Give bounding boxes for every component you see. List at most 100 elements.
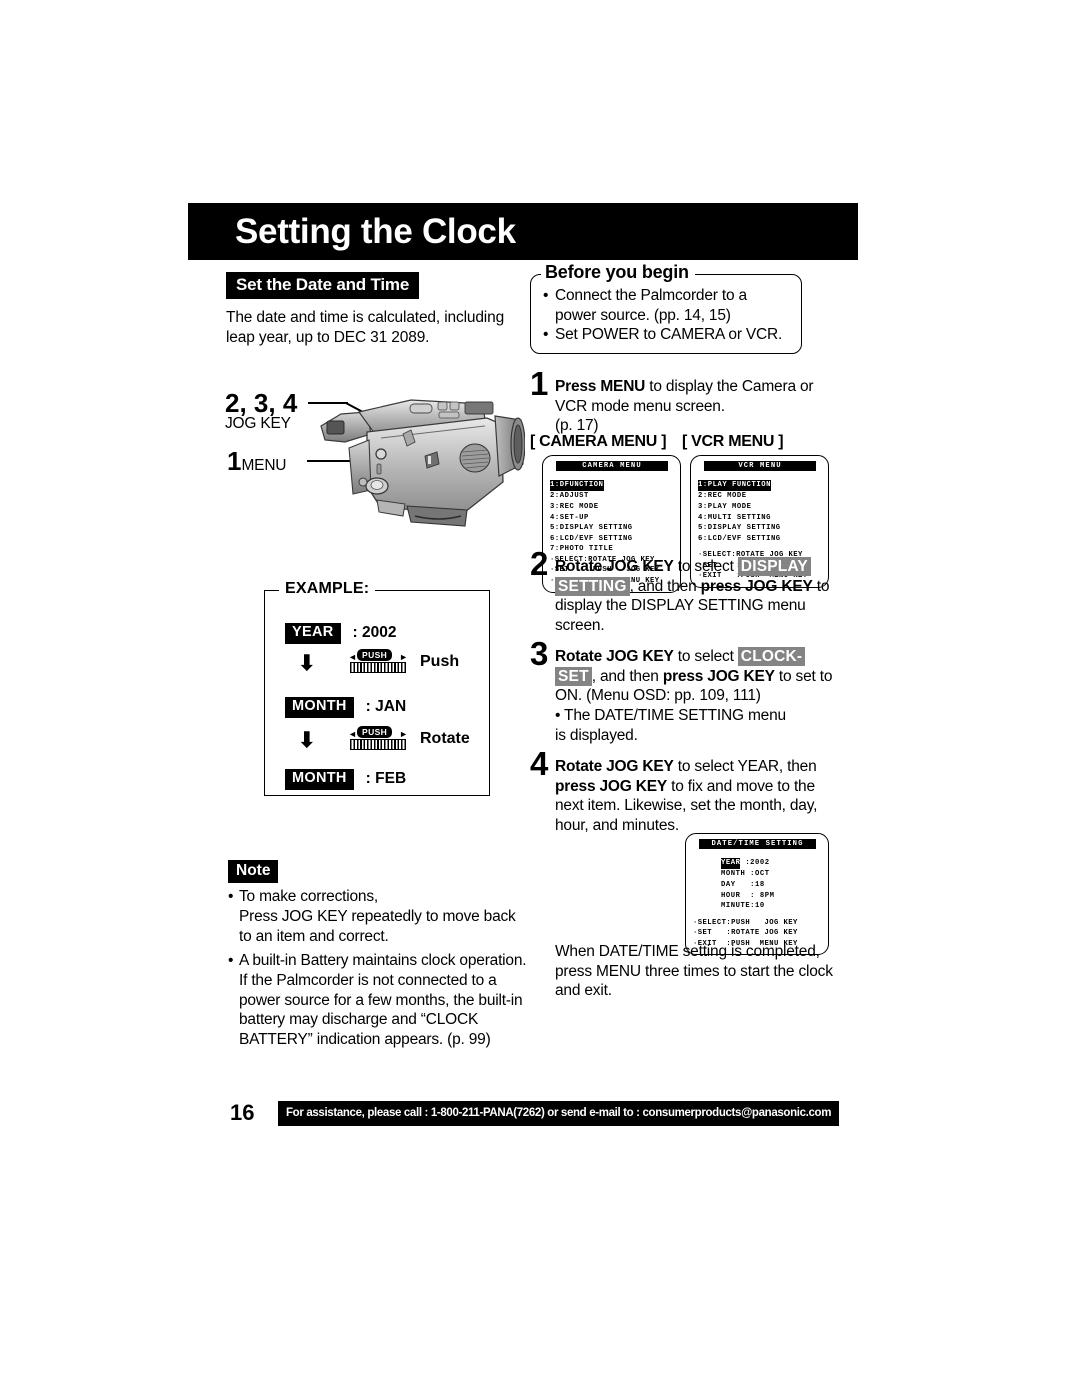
step-4: 4 Rotate JOG KEY to select YEAR, then pr… (530, 745, 845, 836)
example-label: EXAMPLE: (279, 580, 376, 598)
example-month-chip-1: MONTH (285, 697, 354, 718)
step-3: 3 Rotate JOG KEY to select CLOCK- SET, a… (530, 635, 845, 745)
osd-footer-line: ·SELECT:PUSH JOG KEY (693, 918, 798, 927)
example-month-value-2: : FEB (365, 770, 407, 788)
emphasis-text: press JOG KEY (700, 577, 813, 595)
note-item: • To make corrections, Press JOG KEY rep… (228, 887, 528, 947)
osd-item[interactable]: HOUR : 8PM (693, 891, 822, 902)
before-you-begin-box: Before you begin • Connect the Palmcorde… (530, 262, 802, 355)
osd-item[interactable]: 6:LCD/EVF SETTING (698, 534, 822, 545)
before-begin-item-text: Connect the Palmcorder to a power source… (555, 287, 747, 324)
right-column: Before you begin • Connect the Palmcorde… (530, 262, 850, 999)
osd-footer-line: ·SET :ROTATE JOG KEY (693, 929, 798, 938)
step-text: Rotate JOG KEY to select YEAR, then pres… (555, 748, 845, 836)
example-month-chip-2: MONTH (285, 769, 354, 790)
step-text: Rotate JOG KEY to select DISPLAY SETTING… (555, 548, 845, 636)
example-action-label-push: Push (420, 653, 460, 670)
before-begin-item: • Set POWER to CAMERA or VCR. (543, 325, 791, 345)
osd-item[interactable]: 2:ADJUST (550, 491, 674, 502)
plain-text: is displayed. (555, 726, 638, 744)
example-action-label-rotate: Rotate (420, 730, 470, 747)
page-title-banner: Setting the Clock (188, 203, 858, 260)
osd-title: CAMERA MENU (556, 461, 668, 472)
assistance-bar: For assistance, please call : 1-800-211-… (278, 1100, 840, 1126)
note-item: • A built-in Battery maintains clock ope… (228, 951, 528, 1051)
emphasis-text: Rotate JOG KEY (555, 558, 674, 575)
osd-selected-item[interactable]: 1:DFUNCTION (550, 480, 604, 491)
plain-text: , and then (591, 667, 663, 685)
emphasis-text: Press MENU (555, 378, 646, 395)
example-arrow-2: ⬇ (298, 730, 316, 751)
example-year-chip: YEAR (285, 623, 341, 644)
osd-item[interactable]: 4:MULTI SETTING (698, 513, 822, 524)
example-arrow-1: ⬇ (298, 653, 316, 674)
camcorder-image (320, 399, 525, 527)
down-arrow-icon-2: ⬇ (298, 729, 316, 752)
example-box: EXAMPLE: YEAR : 2002 ⬇ ◄ PUSH ► Push MON… (264, 580, 490, 796)
left-arrow-icon-2: ◄ (348, 729, 357, 739)
vcr-menu-header: [ VCR MENU ] (682, 433, 784, 450)
step-1: 1 Press MENU to display the Camera or VC… (530, 365, 830, 436)
plain-text: to select (673, 648, 738, 665)
closing-paragraph: When DATE/TIME setting is completed, pre… (555, 943, 833, 1000)
example-row-year: YEAR : 2002 (285, 623, 396, 644)
bullet-icon: • (228, 951, 234, 969)
step-number: 4 (530, 745, 549, 782)
plain-text: (p. 17) (555, 417, 599, 435)
bullet-icon: • (543, 326, 549, 344)
callout-jog-key: 2, 3, 4 JOG KEY (225, 388, 297, 433)
osd-title: DATE/TIME SETTING (699, 839, 816, 850)
step-number: 2 (530, 545, 549, 582)
osd-item[interactable]: MINUTE:10 (693, 901, 822, 912)
callout-menu-label: MENU (241, 457, 287, 474)
menu-term-highlight: SET (555, 666, 592, 686)
osd-title: VCR MENU (704, 461, 816, 472)
osd-item[interactable]: 2:REC MODE (698, 491, 822, 502)
osd-item[interactable]: 3:PLAY MODE (698, 502, 822, 513)
right-arrow-icon-2: ► (399, 729, 408, 739)
emphasis-text: Rotate JOG KEY (555, 758, 674, 775)
step-number: 3 (530, 635, 549, 672)
callout-menu-step: 1 (227, 446, 242, 476)
jog-rotate-icon: ◄ PUSH ► (347, 726, 409, 752)
step-number: 1 (530, 365, 549, 402)
intro-paragraph: The date and time is calculated, includi… (226, 309, 505, 346)
down-arrow-icon: ⬇ (298, 652, 316, 675)
plain-text: , and then (629, 577, 701, 595)
menu-term-highlight: SETTING (555, 576, 630, 596)
page-title: Setting the Clock (235, 211, 516, 251)
before-you-begin-title: Before you begin (541, 262, 695, 283)
callout-jog-label: JOG KEY (225, 415, 291, 432)
example-row-month-feb: MONTH : FEB (285, 769, 406, 790)
push-badge-2: PUSH (357, 726, 393, 739)
menu-screen-headers: [ CAMERA MENU ] [ VCR MENU ] (530, 433, 784, 451)
page-number: 16 (230, 1100, 255, 1125)
example-action-rotate: ◄ PUSH ► Rotate (347, 726, 470, 752)
osd-item[interactable]: 3:REC MODE (550, 502, 674, 513)
osd-item[interactable]: DAY :18 (693, 880, 822, 891)
osd-item[interactable]: 5:DISPLAY SETTING (550, 523, 674, 534)
osd-selected-item[interactable]: YEAR (721, 858, 741, 869)
emphasis-text: press JOG KEY (662, 667, 775, 685)
osd-selected-value: :2002 (740, 859, 770, 868)
before-begin-item-text: Set POWER to CAMERA or VCR. (555, 326, 783, 344)
note-item-text: To make corrections, Press JOG KEY repea… (239, 888, 516, 945)
osd-selected-item[interactable]: 1:PLAY FUNCTION (698, 480, 771, 491)
plain-text: • The DATE/TIME SETTING menu (555, 707, 786, 725)
left-column: Set the Date and Time The date and time … (226, 272, 516, 348)
step-2: 2 Rotate JOG KEY to select DISPLAY SETTI… (530, 545, 845, 636)
osd-item[interactable]: 6:LCD/EVF SETTING (550, 534, 674, 545)
datetime-setting-osd: DATE/TIME SETTING YEAR :2002 MONTH :OCT … (685, 833, 829, 956)
note-section: Note • To make corrections, Press JOG KE… (228, 860, 528, 1050)
osd-item[interactable]: 5:DISPLAY SETTING (698, 523, 822, 534)
jog-dial-icon (350, 662, 406, 673)
example-action-push: ◄ PUSH ► Push (347, 649, 459, 675)
camcorder-illustration-area: 2, 3, 4 JOG KEY 1 MENU (215, 380, 525, 540)
jog-dial-icon-2 (350, 739, 406, 750)
menu-term-highlight: CLOCK- (737, 647, 806, 666)
emphasis-text: Rotate JOG KEY (555, 648, 674, 665)
osd-item[interactable]: 4:SET-UP (550, 513, 674, 524)
menu-term-highlight: DISPLAY (737, 557, 811, 576)
osd-item[interactable]: MONTH :OCT (693, 869, 822, 880)
step-text: Rotate JOG KEY to select CLOCK- SET, and… (555, 638, 845, 745)
